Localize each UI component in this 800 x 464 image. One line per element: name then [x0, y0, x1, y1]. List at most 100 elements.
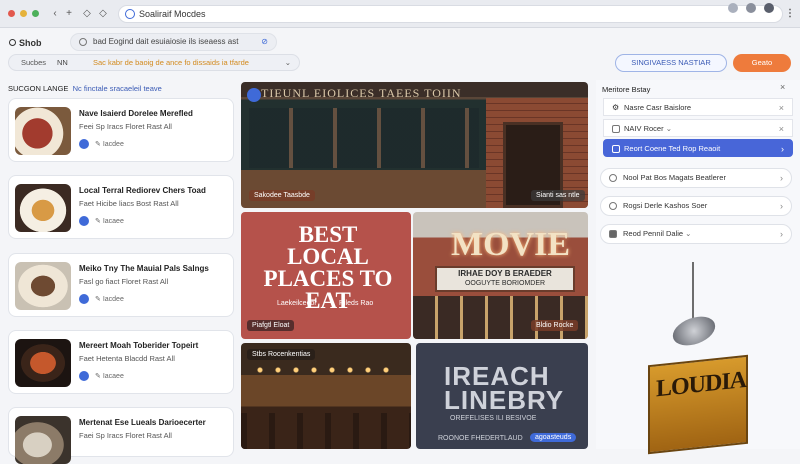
marquee: IRHAE DOY B ERAEDER OOGUYTE BORIOMDER	[435, 266, 575, 292]
card-subtitle: Faet Hetenta Blacdd Rast All	[79, 354, 175, 363]
gear-icon: ⚙	[612, 103, 620, 112]
extensions-icon[interactable]: ◇	[80, 7, 94, 21]
chevron-down-icon: ⌄	[685, 229, 692, 238]
chevron-down-icon: ⌄	[665, 124, 672, 133]
checkbox-icon	[612, 145, 620, 153]
poster-headline: BEST LOCAL PLACES TO EAT	[263, 222, 393, 313]
profile-icon[interactable]	[764, 3, 774, 13]
add-tab-icon[interactable]: +	[62, 7, 76, 21]
filter-label: Sucbes	[21, 58, 47, 67]
url-text: Soaliraif Mocdes	[139, 9, 206, 19]
library-badge[interactable]: agoasteuds	[530, 433, 577, 442]
list-item[interactable]: Mertenat Ese Lueals Darioecerter Faei Sp…	[8, 407, 234, 464]
checkbox-icon	[612, 125, 620, 133]
close-icon: ×	[778, 103, 784, 113]
option-item[interactable]: NAIV Rocer ⌄ ×	[603, 119, 793, 137]
card-title: Mereert Moah Toberider Topeirt	[79, 341, 199, 350]
food-thumbnail	[15, 339, 71, 387]
tile-caption: Sianti sas ntle	[531, 190, 585, 201]
secondary-button[interactable]: SINGIVAESS NASTIAR	[615, 54, 727, 72]
menu-icon[interactable]: ⋮	[783, 7, 797, 21]
card-meta: ✎ Iacdee	[79, 294, 124, 304]
hanging-rod	[692, 262, 694, 322]
radio-icon	[609, 174, 617, 182]
image-tile-poster[interactable]: BEST LOCAL PLACES TO EAT Laekeilcedor Ri…	[241, 212, 411, 339]
radio-icon	[609, 202, 617, 210]
check-icon	[79, 216, 89, 226]
list-item[interactable]: Local Terral Rediorev Chers Toad Faet Hi…	[8, 175, 234, 239]
filter-tag: NN	[57, 58, 68, 67]
library-sub: OREFELISES ILI BESIVOE	[450, 415, 537, 422]
marquee-line-2: OOGUYTE BORIOMDER	[464, 280, 546, 287]
info-icon[interactable]	[728, 3, 738, 13]
tag-icon: ✎	[95, 372, 101, 380]
option-item[interactable]: ⚙ Nasre Casr Baislore ×	[603, 98, 793, 116]
filter-row-label: Rogsi Derle Kashos Soer	[623, 201, 708, 210]
chevron-down-icon[interactable]: ⌄	[285, 55, 291, 70]
card-meta: ✎ Iacdee	[79, 139, 124, 149]
card-title: Local Terral Rediorev Chers Toad	[79, 186, 206, 195]
url-bar[interactable]: Soaliraif Mocdes	[118, 5, 783, 23]
option-label: NAIV Rocer	[624, 124, 664, 133]
tile-caption: Stbs Rocenkentias	[247, 349, 316, 360]
site-icon	[125, 9, 135, 19]
option-item-selected[interactable]: Reort Coene Ted Rop Reaoit ›	[603, 139, 793, 157]
primary-button[interactable]: Geato	[733, 54, 791, 72]
food-thumbnail	[15, 107, 71, 155]
close-icon[interactable]: ×	[780, 82, 785, 92]
library-title-2: LINEBRY	[444, 385, 565, 415]
card-subtitle: Feei Sp Iracs Floret Rast All	[79, 122, 172, 131]
storefront-sign: TIEUNL EIOLICES TAEES TOIIN	[261, 86, 462, 100]
image-tile-library[interactable]: IREACH LINEBRY OREFELISES ILI BESIVOE RO…	[416, 343, 588, 449]
tile-caption: Piafgtl Eloat	[247, 320, 295, 331]
close-dot[interactable]	[8, 10, 15, 17]
window-controls[interactable]	[8, 10, 39, 17]
card-meta: ✎ Iacaee	[79, 216, 124, 226]
browser-bar: ‹ + ◇ ◇ Soaliraif Mocdes ⋮	[0, 0, 800, 28]
food-thumbnail	[15, 184, 71, 232]
library-caption: ROONOE FHEDERTLAUD	[438, 435, 523, 442]
clear-icon[interactable]: ⊘	[261, 34, 268, 50]
bookmark-icon[interactable]: ◇	[96, 7, 110, 21]
tag-icon: ✎	[95, 217, 101, 225]
settings-icon[interactable]	[746, 3, 756, 13]
list-item[interactable]: Meiko Tny The Mauial Pals Salngs Fasl go…	[8, 253, 234, 317]
check-icon	[79, 294, 89, 304]
chevron-right-icon: ›	[780, 229, 783, 239]
filter-query: Sac kabr de baoig de ance fo dissaids ia…	[93, 58, 249, 67]
calendar-icon	[609, 230, 617, 238]
list-item[interactable]: Mereert Moah Toberider Topeirt Faet Hete…	[8, 330, 234, 394]
image-tile-storefront[interactable]: TIEUNL EIOLICES TAEES TOIIN Sakodee Taas…	[241, 82, 588, 208]
filter-row[interactable]: Reod Pennil Dalie ⌄ ›	[600, 224, 792, 244]
filter-bar[interactable]: Sucbes NN Sac kabr de baoig de ance fo d…	[8, 54, 300, 71]
minimize-dot[interactable]	[20, 10, 27, 17]
marquee-line-1: IRHAE DOY B ERAEDER	[458, 269, 552, 278]
camera-icon[interactable]	[247, 88, 261, 102]
option-label: Reort Coene Ted Rop Reaoit	[624, 144, 721, 153]
hanging-sign: LOUDIA	[648, 354, 748, 455]
card-title: Nave Isaierd Dorelee Merefled	[79, 109, 193, 118]
bar-stools	[241, 413, 411, 449]
window-panes	[249, 108, 479, 168]
tag-icon: ✎	[95, 140, 101, 148]
search-query-pill[interactable]: bad Eogind dait esuiaiosie ils iseaess a…	[70, 33, 277, 51]
search-query: bad Eogind dait esuiaiosie ils iseaess a…	[93, 37, 239, 46]
card-title: Mertenat Ese Lueals Darioecerter	[79, 418, 206, 427]
list-item[interactable]: Nave Isaierd Dorelee Merefled Feei Sp Ir…	[8, 98, 234, 162]
chevron-right-icon: ›	[780, 173, 783, 183]
theater-title: MOVIE	[451, 226, 570, 263]
image-tile-bar[interactable]: Stbs Rocenkentias	[241, 343, 411, 449]
food-thumbnail	[15, 262, 71, 310]
food-thumbnail	[15, 416, 71, 464]
brand[interactable]: Shob	[9, 38, 42, 48]
maximize-dot[interactable]	[32, 10, 39, 17]
card-title: Meiko Tny The Mauial Pals Salngs	[79, 264, 209, 273]
back-icon[interactable]: ‹	[48, 7, 62, 21]
filter-row-label: Nool Pat Bos Magats Beatlerer	[623, 173, 726, 182]
check-icon	[79, 371, 89, 381]
building-facade	[413, 296, 588, 339]
filter-row[interactable]: Nool Pat Bos Magats Beatlerer ›	[600, 168, 792, 188]
image-tile-theater[interactable]: MOVIE IRHAE DOY B ERAEDER OOGUYTE BORIOM…	[413, 212, 588, 339]
chevron-right-icon: ›	[780, 201, 783, 211]
filter-row[interactable]: Rogsi Derle Kashos Soer ›	[600, 196, 792, 216]
